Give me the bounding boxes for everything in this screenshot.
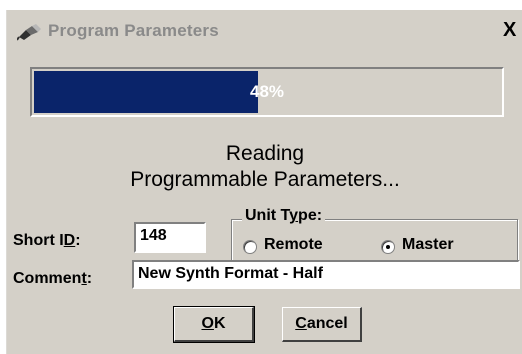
short-id-label-suffix: :	[75, 232, 81, 249]
ok-label-rest: K	[213, 315, 226, 332]
progress-percent: 48%	[249, 82, 285, 101]
comment-label: Comment:	[13, 270, 92, 288]
master-radio[interactable]	[381, 240, 395, 254]
short-id-field[interactable]: 148	[134, 222, 206, 253]
short-id-label-mnemonic: D	[63, 232, 76, 249]
comment-label-suffix: :	[86, 270, 93, 287]
cancel-button[interactable]: Cancel	[282, 307, 362, 342]
plug-icon	[17, 24, 41, 41]
comment-field[interactable]: New Synth Format - Half	[132, 260, 520, 289]
close-button[interactable]: X	[503, 18, 522, 42]
progress-bar: 48%	[30, 67, 504, 117]
short-id-label: Short ID:	[13, 232, 81, 250]
short-id-label-prefix: Short I	[13, 232, 64, 249]
title-bar[interactable]: Program Parameters X	[7, 10, 522, 54]
cancel-label-rest: ancel	[306, 315, 348, 332]
status-message: Reading Programmable Parameters...	[7, 141, 522, 193]
comment-label-prefix: Commen	[13, 270, 82, 287]
status-line-1: Reading	[225, 142, 305, 165]
master-radio-label[interactable]: Master	[402, 236, 454, 254]
cancel-mnemonic: C	[295, 315, 307, 332]
remote-radio-label[interactable]: Remote	[264, 236, 323, 254]
status-line-2: Programmable Parameters...	[130, 168, 400, 191]
master-radio-dot	[386, 245, 390, 249]
unit-type-legend: Unit Type:	[242, 207, 326, 225]
unit-type-legend-prefix: Unit T	[245, 207, 290, 224]
unit-type-legend-suffix: pe:	[298, 207, 323, 224]
ok-button[interactable]: OK	[173, 306, 255, 343]
window-title: Program Parameters	[48, 21, 219, 40]
remote-radio[interactable]	[243, 240, 257, 254]
program-parameters-dialog: Program Parameters X 48% Reading Program…	[6, 10, 522, 354]
ok-mnemonic: O	[201, 315, 214, 332]
unit-type-legend-mnemonic: y	[289, 207, 299, 224]
